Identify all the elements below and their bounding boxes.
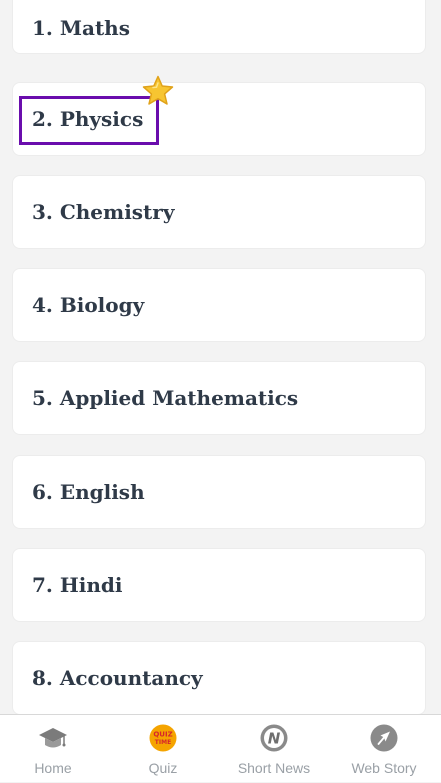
news-n-icon: N [260,724,288,752]
svg-text:N: N [268,730,281,748]
nav-web-story[interactable]: Web Story [329,715,439,783]
nav-quiz-label: Quiz [148,760,178,776]
subject-label: 6. English [32,480,145,504]
nav-quiz[interactable]: QUIZ TIME Quiz [108,715,218,783]
nav-home-label: Home [34,760,72,776]
star-icon [142,75,174,105]
subject-item-chemistry[interactable]: 3. Chemistry [12,175,426,249]
subject-label: 5. Applied Mathematics [32,386,299,410]
subject-item-accountancy[interactable]: 8. Accountancy [12,641,426,714]
subject-label: 7. Hindi [32,573,123,597]
nav-short-news-label: Short News [237,760,311,776]
graduation-cap-icon [39,728,67,748]
subject-item-applied-mathematics[interactable]: 5. Applied Mathematics [12,361,426,435]
subject-label: 2. Physics [32,107,144,131]
nav-web-story-label: Web Story [351,760,417,776]
quiz-time-icon: QUIZ TIME [149,724,177,752]
subject-label: 4. Biology [32,293,145,317]
subject-item-physics[interactable]: 2. Physics [12,82,426,156]
subject-item-hindi[interactable]: 7. Hindi [12,548,426,622]
subject-item-biology[interactable]: 4. Biology [12,268,426,342]
navigation-arrow-icon [370,724,398,752]
nav-home[interactable]: Home [0,715,108,783]
bottom-navigation: Home QUIZ TIME Quiz N Short News Web Sto… [0,714,441,782]
subject-list: 1. Maths 2. Physics 3. Chemistry 4. Biol… [0,0,441,714]
subject-label: 1. Maths [32,16,130,40]
subject-label: 8. Accountancy [32,666,203,690]
nav-short-news[interactable]: N Short News [219,715,329,783]
svg-text:TIME: TIME [155,739,171,746]
svg-text:QUIZ: QUIZ [153,731,172,739]
subject-label: 3. Chemistry [32,200,175,224]
subject-item-english[interactable]: 6. English [12,455,426,529]
subject-item-maths[interactable]: 1. Maths [12,0,426,54]
